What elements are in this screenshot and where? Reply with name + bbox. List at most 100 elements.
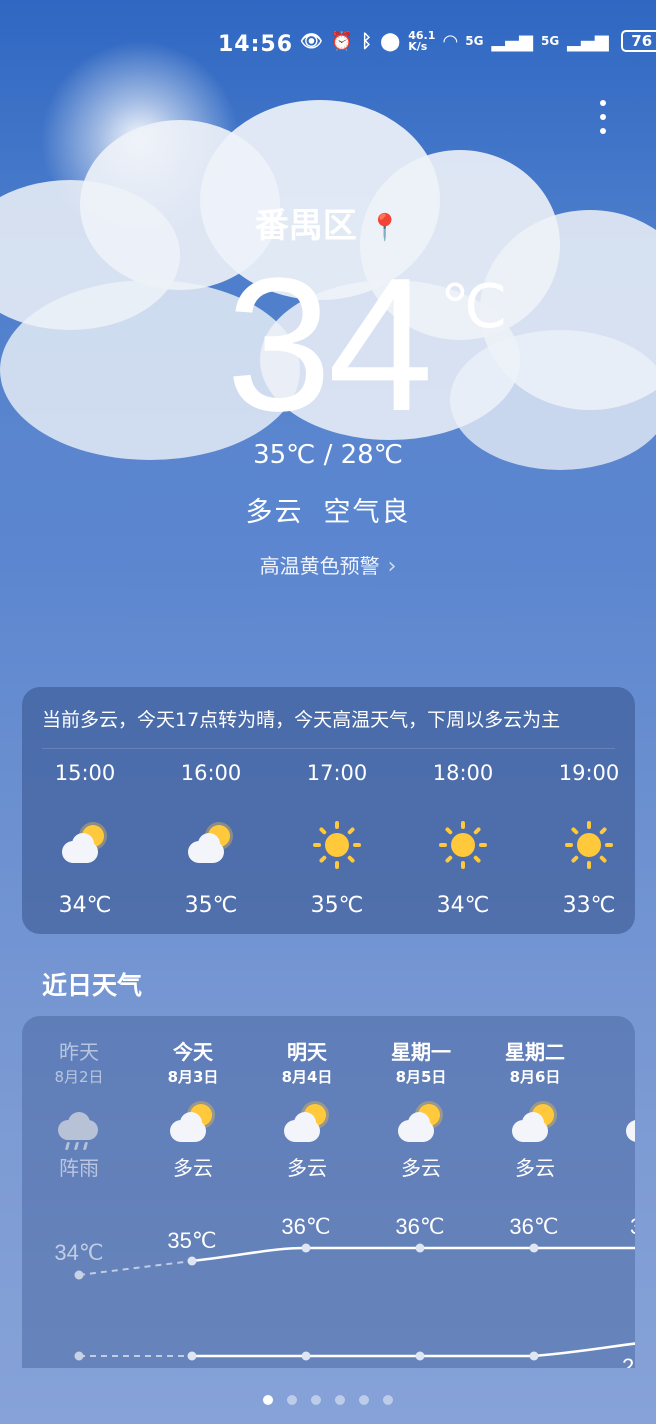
low-point	[301, 1351, 311, 1361]
hour-time: 18:00	[432, 761, 494, 785]
hour-temp: 33℃	[562, 893, 616, 918]
hourly-forecast-card[interactable]: 当前多云，今天17点转为晴，今天高温天气，下周以多云为主 15:00 34℃ 1…	[22, 687, 635, 934]
hour-time: 19:00	[558, 761, 620, 785]
low-temp-label-partial: 2	[622, 1354, 634, 1368]
hour-item: 17:00 35℃	[274, 761, 400, 918]
day-condition: 多云	[401, 1156, 441, 1180]
day-date: 8月2日	[54, 1068, 104, 1086]
day-item[interactable]: 星期一 8月5日 多云	[364, 1036, 478, 1181]
status-bar: 14:56 👁 ⏰ ᛒ ⬤ 46.1 K/s ◠ 5G ▂▄▆ 5G ▂▄▆ 7…	[0, 26, 656, 66]
partly-cloudy-icon	[282, 1102, 332, 1146]
hour-item: 18:00 34℃	[400, 761, 526, 918]
day-date: 8月6日	[509, 1068, 561, 1086]
sunny-icon	[313, 821, 361, 869]
hour-time: 16:00	[180, 761, 242, 785]
day-date: 8月5日	[395, 1068, 447, 1086]
day-condition: 多	[592, 1152, 635, 1181]
net-speed: 46.1 K/s	[408, 29, 436, 53]
signal-5g-1: 5G	[465, 34, 484, 48]
eye-icon: 👁	[300, 30, 323, 52]
day-item[interactable]: 星 8月 多	[592, 1036, 635, 1181]
wifi-icon: ◠	[443, 30, 458, 52]
high-point	[529, 1243, 539, 1253]
location-icon: ⬤	[380, 30, 401, 52]
daily-row[interactable]: 昨天 8月2日 阵雨 今天 8月3日 多云 明天 8月4日 多云 星期一 8月5…	[22, 1036, 635, 1181]
partly-cloudy-icon	[510, 1102, 560, 1146]
chevron-right-icon: ›	[387, 554, 397, 579]
day-condition: 阵雨	[59, 1156, 99, 1180]
signal-bars-icon: ▂▄▆	[491, 30, 533, 52]
sunny-icon	[439, 821, 487, 869]
hour-time: 17:00	[306, 761, 368, 785]
rain-icon	[56, 1110, 102, 1154]
day-item[interactable]: 星期二 8月6日 多云	[478, 1036, 592, 1181]
daily-forecast-card[interactable]: 昨天 8月2日 阵雨 今天 8月3日 多云 明天 8月4日 多云 星期一 8月5…	[22, 1016, 635, 1368]
battery-icon: 76	[620, 30, 656, 52]
hourly-row[interactable]: 15:00 34℃ 16:00 35℃ 17:00 35℃ 18:00 34℃ …	[22, 761, 635, 918]
alert-text: 高温黄色预警	[259, 554, 380, 578]
high-temp-label: 36℃	[395, 1214, 444, 1239]
hour-temp: 34℃	[436, 893, 490, 918]
current-condition: 多云 空气良	[0, 490, 656, 529]
hour-item: 15:00 34℃	[22, 761, 148, 918]
low-point	[187, 1351, 197, 1361]
high-temp-label: 35℃	[167, 1228, 216, 1253]
partly-cloudy-icon	[60, 823, 110, 867]
high-temp-label: 3	[630, 1214, 635, 1239]
high-trend-line	[191, 1246, 635, 1263]
high-temp-label: 36℃	[509, 1214, 558, 1239]
day-name: 星	[592, 1036, 635, 1066]
low-trend-line	[192, 1342, 635, 1358]
high-point	[301, 1243, 311, 1253]
sunny-icon	[565, 821, 613, 869]
day-item[interactable]: 今天 8月3日 多云	[136, 1036, 250, 1181]
day-condition: 多云	[515, 1156, 555, 1180]
low-point	[529, 1351, 539, 1361]
weather-alert[interactable]: 高温黄色预警 ›	[0, 550, 656, 579]
page-dot[interactable]	[311, 1395, 321, 1405]
more-menu-icon[interactable]	[596, 100, 610, 140]
page-dot[interactable]	[383, 1395, 393, 1405]
status-icons: 👁 ⏰ ᛒ ⬤ 46.1 K/s ◠ 5G ▂▄▆ 5G ▂▄▆ 76	[300, 30, 656, 52]
high-low-temperature: 35℃ / 28℃	[253, 440, 403, 470]
day-name: 昨天	[59, 1040, 99, 1064]
day-item[interactable]: 昨天 8月2日 阵雨	[22, 1036, 136, 1181]
hour-item: 19:00 33℃	[526, 761, 652, 918]
partly-cloudy-icon	[186, 823, 236, 867]
day-name: 今天	[173, 1040, 213, 1064]
high-point	[415, 1243, 425, 1253]
high-temp-label: 36℃	[281, 1214, 330, 1239]
condition-text: 多云	[245, 497, 304, 528]
day-name: 星期一	[391, 1040, 451, 1064]
signal-5g-2: 5G	[540, 34, 560, 48]
day-item[interactable]: 明天 8月4日 多云	[250, 1036, 364, 1181]
day-date: 8月	[592, 1066, 635, 1096]
high-point	[74, 1270, 84, 1280]
page-dot[interactable]	[287, 1395, 297, 1405]
hour-item: 16:00 35℃	[148, 761, 274, 918]
high-point	[187, 1256, 197, 1266]
partly-cloudy-icon	[624, 1102, 635, 1146]
current-temperature: 34	[226, 239, 433, 451]
page-dot-active[interactable]	[263, 1395, 273, 1405]
low-point	[415, 1351, 425, 1361]
forecast-summary: 当前多云，今天17点转为晴，今天高温天气，下周以多云为主	[42, 705, 615, 749]
status-time: 14:56	[218, 32, 294, 57]
temperature-trend-chart: 34℃ 35℃ 36℃ 36℃ 36℃ 3 2	[54, 1214, 635, 1368]
temperature-unit: ℃	[440, 273, 508, 340]
bluetooth-icon: ᛒ	[361, 30, 373, 52]
air-quality[interactable]: 空气良	[324, 497, 411, 528]
high-temp-label: 34℃	[54, 1240, 103, 1265]
signal-bars-icon: ▂▄▆	[567, 30, 609, 52]
day-date: 8月3日	[167, 1068, 219, 1086]
day-condition: 多云	[173, 1156, 213, 1180]
daily-section-title: 近日天气	[42, 971, 143, 1000]
page-dot[interactable]	[359, 1395, 369, 1405]
page-dot[interactable]	[335, 1395, 345, 1405]
page-indicator[interactable]	[0, 1390, 656, 1409]
location-pin-icon: 📍	[368, 212, 402, 243]
day-condition: 多云	[287, 1156, 327, 1180]
partly-cloudy-icon	[168, 1102, 218, 1146]
hour-time: 15:00	[54, 761, 116, 785]
day-name: 明天	[287, 1040, 327, 1064]
